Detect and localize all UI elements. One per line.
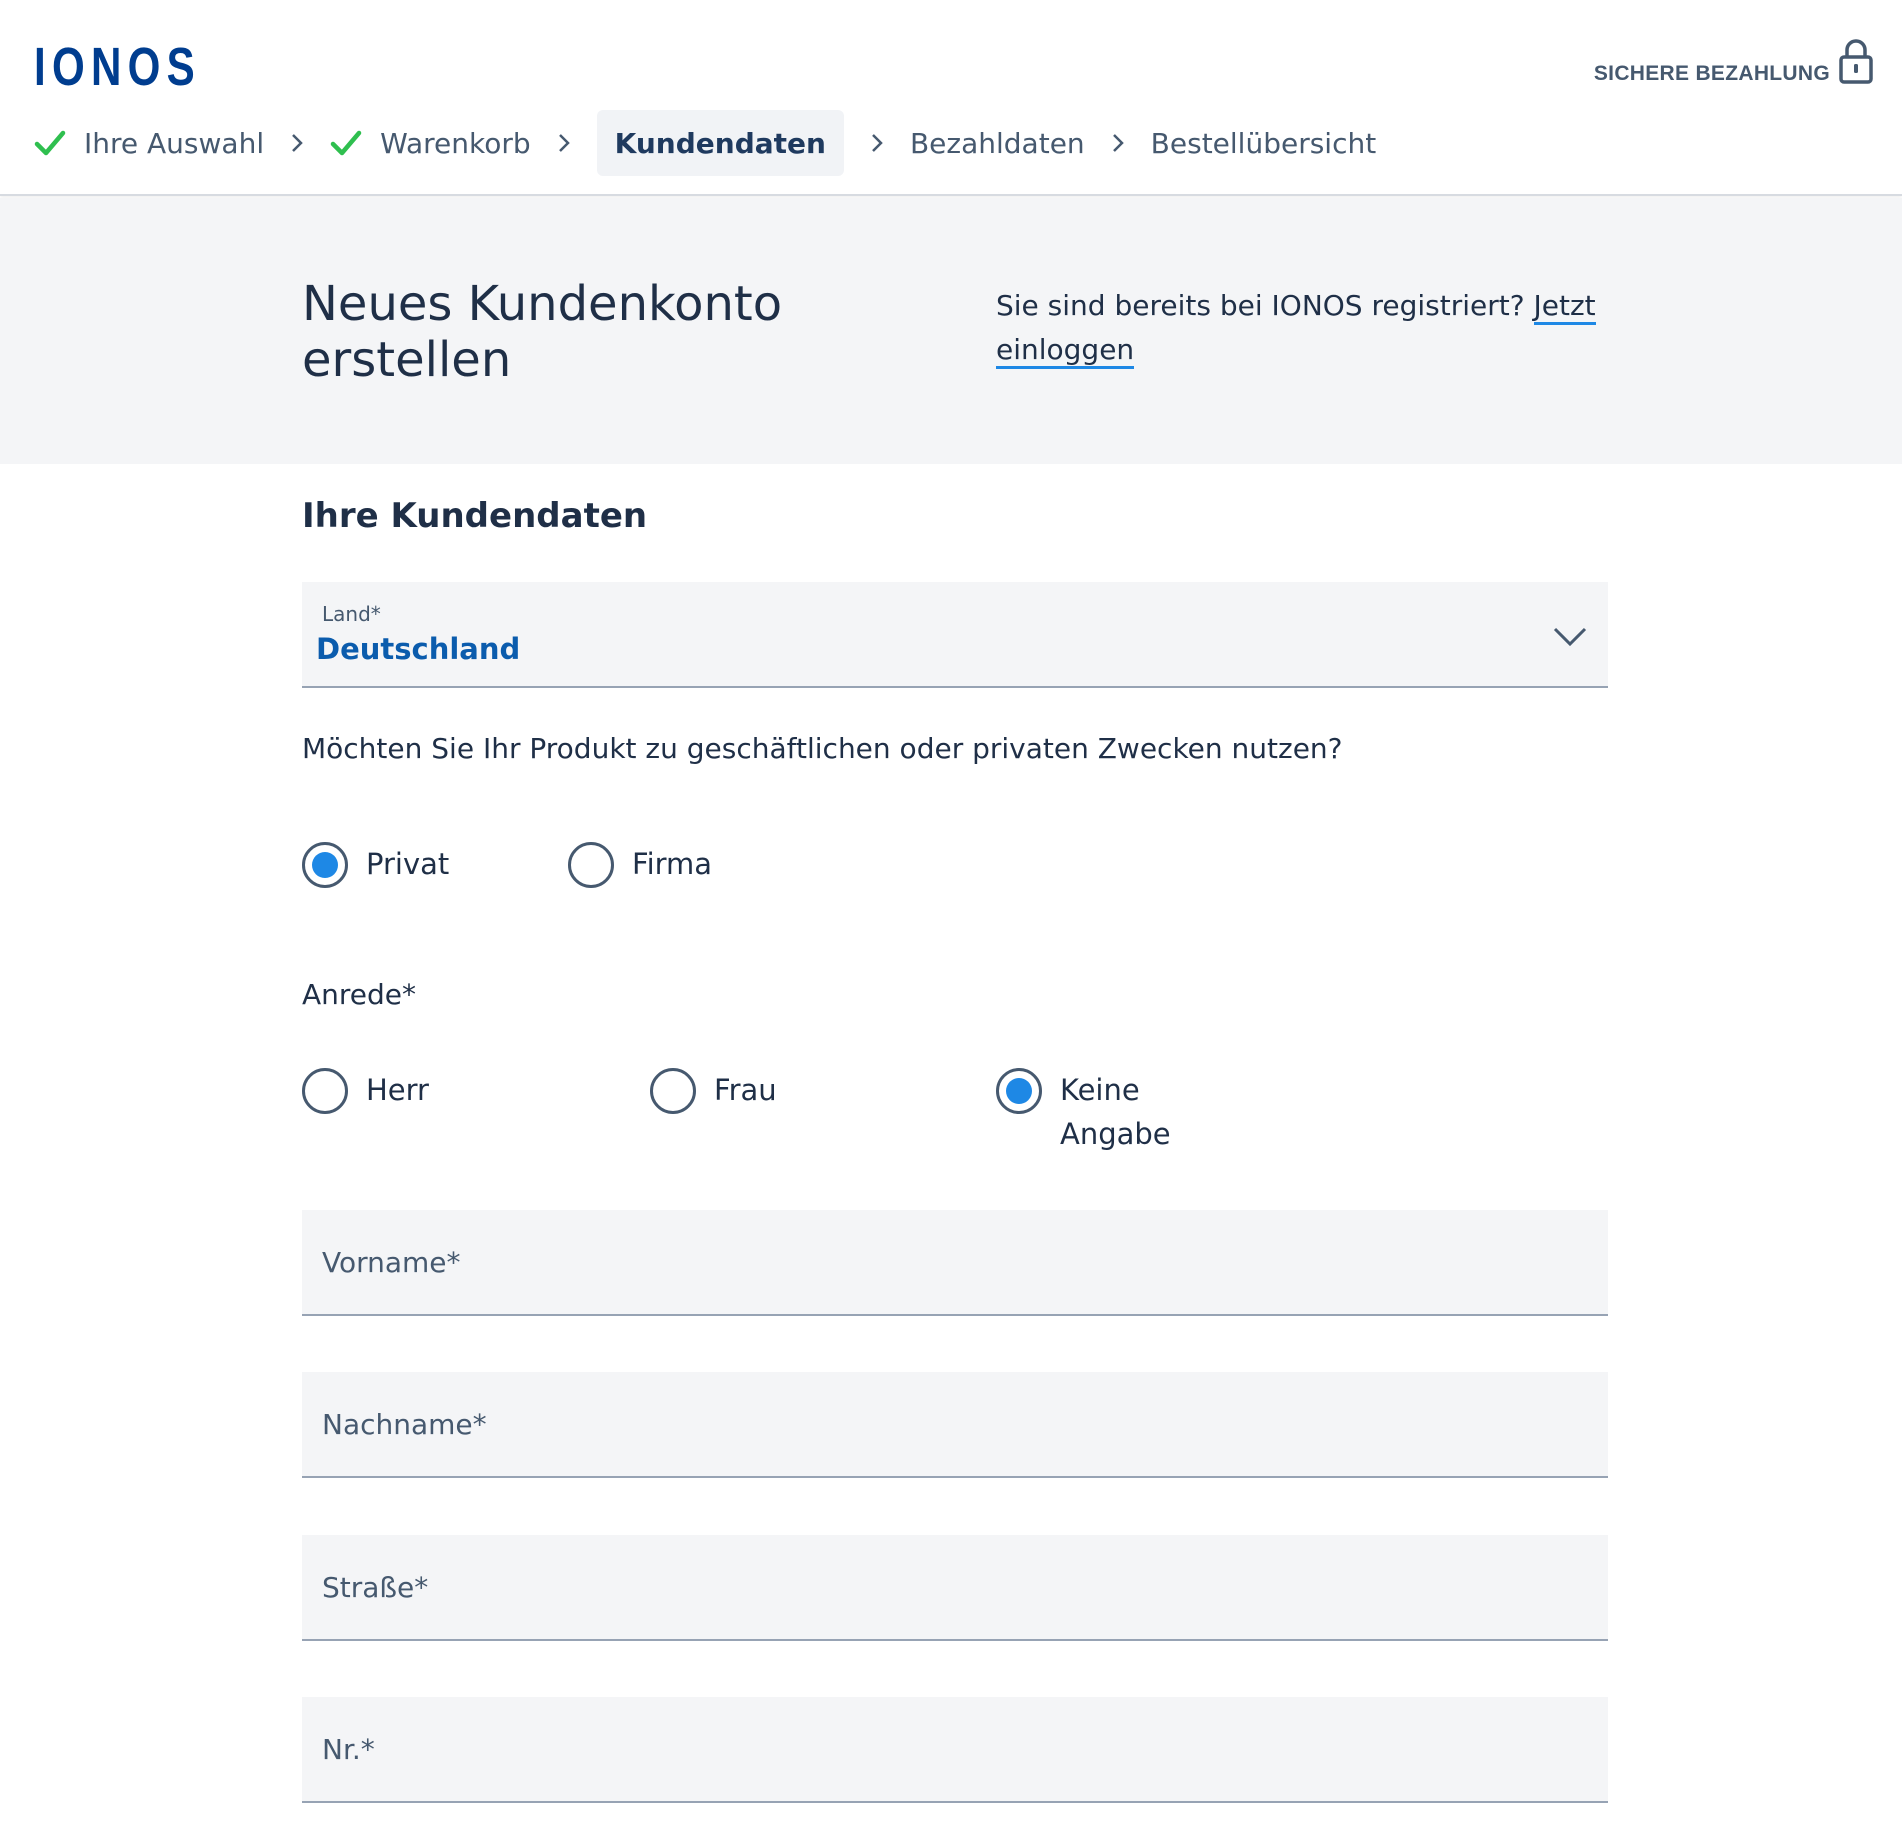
step-bezahldaten: Bezahldaten [910,110,1085,176]
login-prompt-text: Sie sind bereits bei IONOS registriert? [996,289,1525,322]
ionos-logo[interactable]: IONOS [34,36,201,98]
firstname-input[interactable] [302,1210,1608,1314]
step-kundendaten: Kundendaten [596,110,844,176]
radio-firma[interactable]: Firma [568,842,712,888]
radio-frau[interactable]: Frau [650,1068,996,1156]
country-select[interactable]: Land* Deutschland [302,582,1608,688]
radio-circle[interactable] [650,1068,696,1114]
radio-label: Privat [366,847,450,881]
page-title: Neues Kundenkonto erstellen [302,276,783,388]
firstname-field-wrapper [302,1210,1608,1316]
step-ihre-auswahl[interactable]: Ihre Auswahl [34,110,264,176]
check-icon [330,130,362,156]
step-label: Bezahldaten [909,126,1085,160]
usage-question: Möchten Sie Ihr Produkt zu geschäftliche… [302,732,1343,765]
chevron-right-icon [292,134,303,152]
street-field-wrapper [302,1535,1608,1641]
chevron-right-icon [1112,134,1124,152]
lock-icon [1839,39,1873,84]
secure-payment-label: SICHERE BEZAHLUNG [1593,62,1830,85]
country-value: Deutschland [316,632,521,666]
checkout-steps: Ihre Auswahl Warenkorb Kundendaten Bezah… [34,110,1376,176]
house-number-input[interactable] [302,1697,1608,1801]
login-prompt: Sie sind bereits bei IONOS registriert? … [996,284,1596,372]
secure-payment-indicator: SICHERE BEZAHLUNG [1594,36,1874,86]
step-label: Warenkorb [380,126,531,160]
salutation-radio-group: Herr Frau Keine Angabe [302,1068,1200,1156]
section-title: Ihre Kundendaten [302,496,648,536]
chevron-right-icon [558,134,570,152]
usage-radio-group: Privat Firma [302,842,712,888]
radio-circle-checked[interactable] [996,1068,1042,1114]
chevron-right-icon [872,134,883,152]
radio-label: Firma [632,847,713,881]
salutation-label: Anrede* [302,978,417,1011]
step-label: Ihre Auswahl [84,126,265,160]
radio-privat[interactable]: Privat [302,842,568,888]
step-label: Kundendaten [614,126,826,160]
checkout-header: IONOS SICHERE BEZAHLUNG Ihre Auswahl War… [0,0,1902,196]
chevron-down-icon [1553,627,1587,647]
step-bestelluebersicht: Bestellübersicht [1151,110,1377,176]
radio-herr[interactable]: Herr [302,1068,650,1156]
radio-circle[interactable] [302,1068,348,1114]
step-label: Bestellübersicht [1150,126,1377,160]
radio-label: Herr [366,1073,429,1107]
radio-circle[interactable] [568,842,614,888]
lastname-field-wrapper [302,1372,1608,1478]
step-warenkorb[interactable]: Warenkorb [330,110,531,176]
country-label: Land* [322,602,381,626]
radio-keine-angabe[interactable]: Keine Angabe [996,1068,1200,1156]
house-number-field-wrapper [302,1697,1608,1803]
radio-label: Frau [714,1073,777,1107]
radio-circle-checked[interactable] [302,842,348,888]
radio-label: Keine Angabe [1060,1073,1171,1151]
check-icon [34,130,66,156]
account-banner: Neues Kundenkonto erstellen Sie sind ber… [0,198,1902,464]
street-input[interactable] [302,1535,1608,1639]
lastname-input[interactable] [302,1372,1608,1476]
